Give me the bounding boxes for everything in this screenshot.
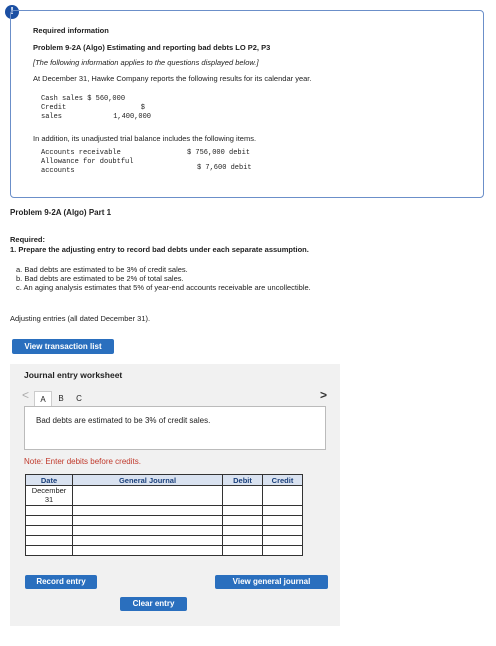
required-information-panel: Required information Problem 9-2A (Algo)… (10, 10, 484, 198)
credit-input[interactable] (262, 525, 303, 536)
date-day: 31 (44, 495, 54, 504)
date-cell[interactable]: December 31 (25, 485, 73, 506)
date-input[interactable] (25, 545, 73, 556)
view-transaction-list-button[interactable]: View transaction list (12, 339, 114, 354)
date-input[interactable] (25, 535, 73, 546)
allowance-label-1: Allowance for doubtful (41, 158, 134, 166)
view-general-journal-button[interactable]: View general journal (215, 575, 328, 589)
debit-header: Debit (222, 474, 263, 486)
tab-b[interactable]: B (52, 391, 70, 406)
record-entry-button[interactable]: Record entry (25, 575, 97, 589)
credit-input[interactable] (262, 515, 303, 526)
tab-c[interactable]: C (70, 391, 88, 406)
entry-description: Bad debts are estimated to be 3% of cred… (24, 406, 326, 450)
credit-label: Credit (41, 104, 67, 112)
table-row (25, 545, 303, 556)
journal-entry-worksheet: Journal entry worksheet < A B C > Bad de… (10, 364, 340, 626)
account-input[interactable] (72, 545, 223, 556)
table-row (25, 505, 303, 516)
date-month: December (31, 486, 67, 495)
intro-text: At December 31, Hawke Company reports th… (33, 74, 312, 83)
account-input[interactable] (72, 515, 223, 526)
account-input[interactable] (72, 525, 223, 536)
date-input[interactable] (25, 525, 73, 536)
date-input[interactable] (25, 505, 73, 516)
credit-header: Credit (262, 474, 303, 486)
allowance-label-2: accounts (41, 167, 75, 175)
assumption-c: c. An aging analysis estimates that 5% o… (16, 283, 311, 292)
account-input[interactable] (72, 485, 223, 506)
required-item-1: 1. Prepare the adjusting entry to record… (10, 244, 309, 254)
debit-input[interactable] (222, 485, 263, 506)
allowance-value: $ 7,600 debit (197, 164, 252, 172)
debit-input[interactable] (222, 515, 263, 526)
info-note: [The following information applies to th… (33, 58, 259, 67)
chevron-left-icon[interactable]: < (22, 388, 29, 402)
required-label: Required: (10, 235, 46, 244)
credit-sales-value: 1,400,000 (113, 113, 151, 121)
tab-a[interactable]: A (34, 391, 52, 406)
cash-sales-label: Cash sales (41, 95, 84, 103)
debit-input[interactable] (222, 535, 263, 546)
ar-label: Accounts receivable (41, 149, 121, 157)
part-title: Problem 9-2A (Algo) Part 1 (10, 208, 112, 217)
table-row (25, 525, 303, 536)
journal-table: Date General Journal Debit Credit Decemb… (25, 474, 303, 556)
ar-value: $ 756,000 debit (187, 149, 251, 157)
table-row (25, 535, 303, 546)
adjusting-entries-label: Adjusting entries (all dated December 31… (10, 314, 151, 323)
worksheet-title: Journal entry worksheet (24, 370, 123, 380)
assumption-list: a. Bad debts are estimated to be 3% of c… (16, 265, 311, 292)
entry-tabs: A B C (34, 391, 88, 406)
date-header: Date (25, 474, 73, 486)
date-input[interactable] (25, 515, 73, 526)
required-info-title: Required information (33, 26, 109, 35)
credit-input[interactable] (262, 535, 303, 546)
account-input[interactable] (72, 505, 223, 516)
account-input[interactable] (72, 535, 223, 546)
debit-input[interactable] (222, 545, 263, 556)
debits-note: Note: Enter debits before credits. (24, 457, 141, 466)
table-row (25, 515, 303, 526)
credit-input[interactable] (262, 505, 303, 516)
credit-input[interactable] (262, 545, 303, 556)
assumption-b: b. Bad debts are estimated to be 2% of t… (16, 274, 184, 283)
clear-entry-button[interactable]: Clear entry (120, 597, 187, 611)
trial-balance-text: In addition, its unadjusted trial balanc… (33, 134, 257, 143)
general-journal-header: General Journal (72, 474, 223, 486)
trial-balance-table: Accounts receivable Allowance for doubtf… (41, 149, 461, 176)
debit-input[interactable] (222, 505, 263, 516)
debit-input[interactable] (222, 525, 263, 536)
problem-title: Problem 9-2A (Algo) Estimating and repor… (33, 43, 271, 52)
credit-input[interactable] (262, 485, 303, 506)
required-block: Required: 1. Prepare the adjusting entry… (10, 235, 309, 254)
chevron-right-icon[interactable]: > (320, 388, 327, 402)
credit-dollar: $ (140, 104, 145, 112)
sales-label: sales (41, 113, 63, 121)
assumption-a: a. Bad debts are estimated to be 3% of c… (16, 265, 188, 274)
cash-sales-value: $ 560,000 (87, 95, 126, 103)
sales-table: Cash sales $ 560,000 Credit $ sales 1,400,… (41, 95, 461, 122)
